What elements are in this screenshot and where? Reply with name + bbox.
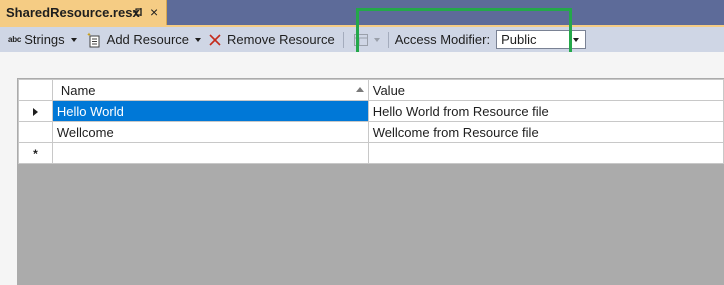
sort-arrow-icon [355,87,364,92]
resource-grid: Name Value Hello World Hello World from … [17,78,724,285]
remove-icon [209,33,221,46]
row-header[interactable] [18,121,53,143]
name-cell[interactable] [51,142,369,164]
access-modifier-value: Public [501,32,537,47]
strings-label: Strings [24,32,65,47]
new-row-marker: * [33,146,38,161]
toolbar-separator [342,31,344,48]
add-resource-icon [86,32,100,47]
name-cell[interactable]: Hello World [51,100,369,122]
value-cell[interactable]: Hello World from Resource file [367,100,724,122]
strings-icon: abc [8,35,22,44]
grid-view-icon [353,33,368,46]
select-all-corner[interactable] [18,79,53,101]
value-cell[interactable]: Wellcome from Resource file [367,121,724,143]
row-header[interactable]: * [18,142,53,164]
tab-title: SharedResource.resx [6,5,140,20]
access-modifier-select[interactable]: Public [496,30,587,49]
current-row-icon [32,107,38,116]
access-modifier-label: Access Modifier: [394,32,491,47]
column-header-label: Name [60,82,96,98]
add-resource-button[interactable]: Add Resource [83,29,207,51]
column-header-name[interactable]: Name [51,79,369,101]
chevron-down-icon [195,37,202,42]
table-row[interactable]: Wellcome Wellcome from Resource file [18,121,724,143]
pin-icon[interactable] [132,6,144,18]
remove-resource-label: Remove Resource [227,32,335,47]
toolbar-separator [387,31,389,48]
header-row: Name Value [18,79,724,101]
column-header-label: Value [372,82,406,98]
table-row[interactable]: Hello World Hello World from Resource fi… [18,100,724,122]
close-icon[interactable]: × [150,4,158,20]
chevron-down-icon [573,38,580,42]
resource-table: Name Value Hello World Hello World from … [18,79,724,164]
view-dropdown[interactable] [352,29,386,51]
remove-resource-button[interactable]: Remove Resource [207,29,335,51]
document-tab-strip: SharedResource.resx × [0,0,724,25]
column-header-value[interactable]: Value [367,79,724,101]
resource-toolbar: abc Strings Add Resource Remove Resource… [0,27,724,52]
tab-shared-resource[interactable]: SharedResource.resx × [0,0,167,25]
name-cell[interactable]: Wellcome [51,121,369,143]
chevron-down-icon [373,37,380,42]
resource-editor-area: Name Value Hello World Hello World from … [0,52,724,285]
new-row[interactable]: * [18,142,724,164]
add-resource-label: Add Resource [106,32,190,47]
value-cell[interactable] [367,142,724,164]
chevron-down-icon [70,37,77,42]
row-header[interactable] [18,100,53,122]
strings-dropdown[interactable]: abc Strings [0,29,83,51]
